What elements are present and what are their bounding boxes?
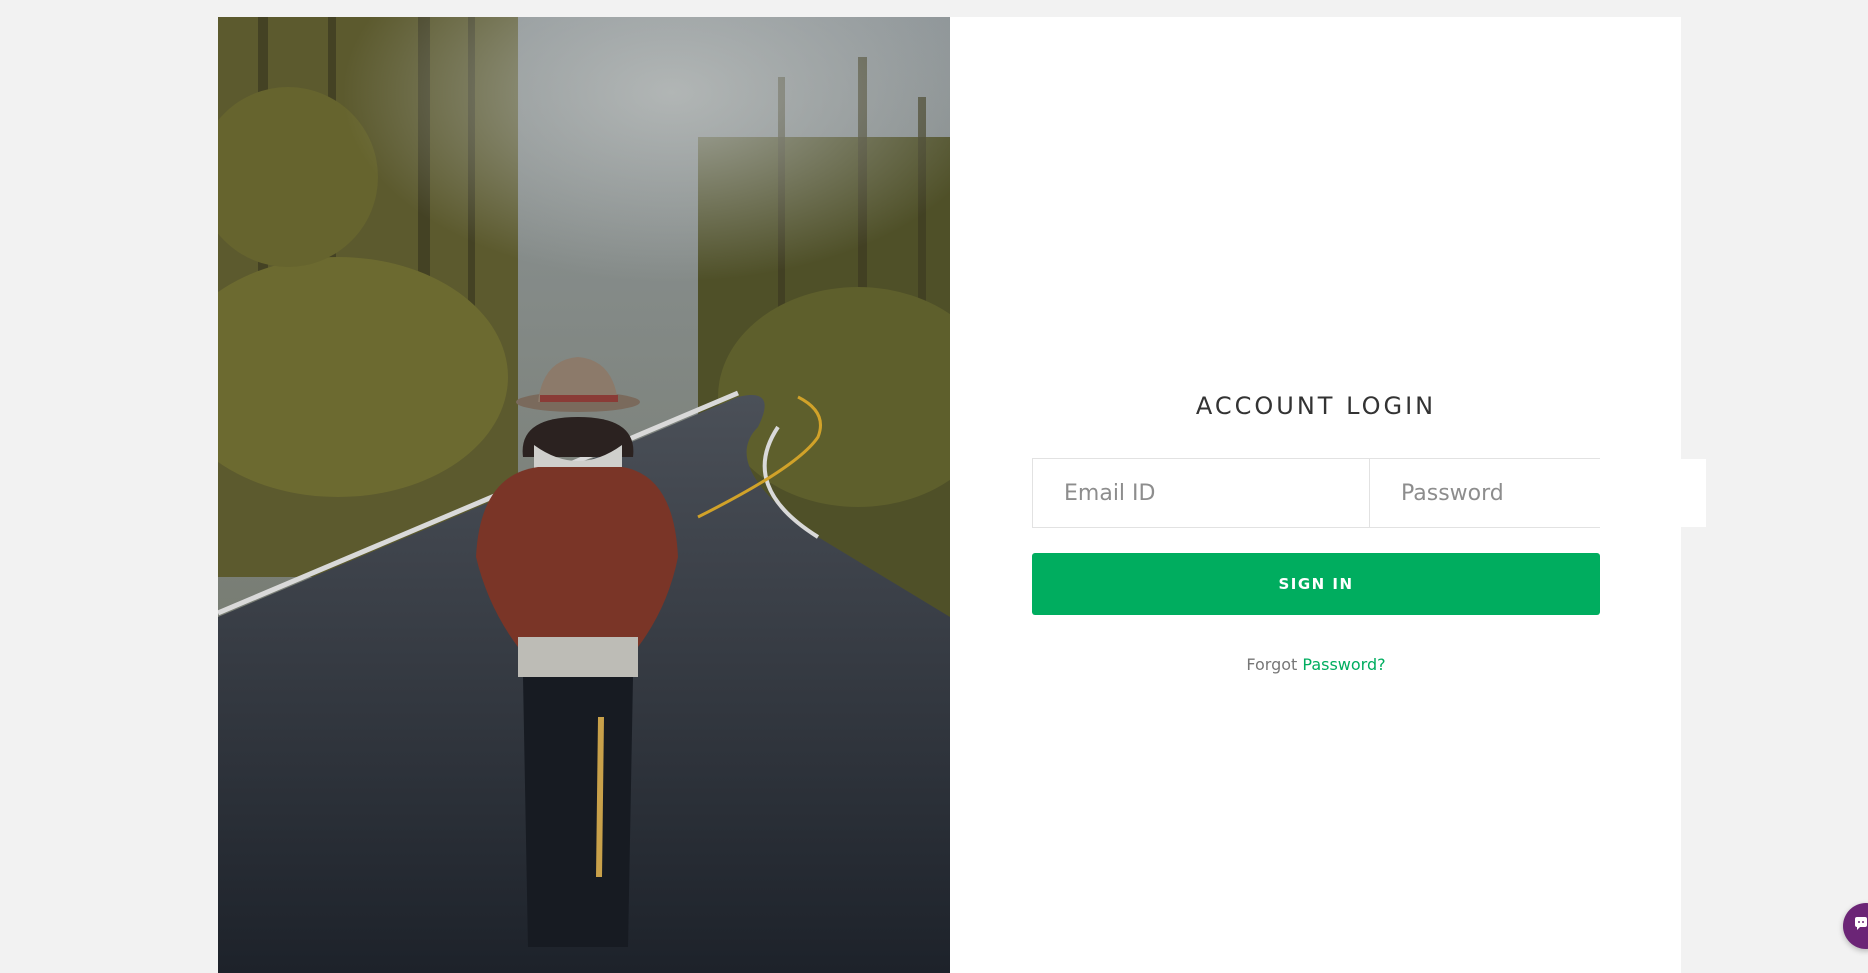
password-field[interactable] [1369,459,1706,527]
chat-widget-button[interactable] [1843,903,1868,949]
forgot-password-link[interactable]: Password? [1302,655,1385,674]
login-form: ACCOUNT LOGIN SIGN IN Forgot Password? [1032,392,1706,674]
login-panel: ACCOUNT LOGIN SIGN IN Forgot Password? [950,17,1706,973]
credentials-row [1032,458,1706,528]
forest-road-illustration [218,17,950,973]
page-title: ACCOUNT LOGIN [1195,392,1437,420]
email-field[interactable] [1033,459,1369,527]
hero-image [218,17,950,973]
sign-in-button[interactable]: SIGN IN [1032,553,1600,615]
forgot-prefix: Forgot [1246,655,1298,674]
login-card: ACCOUNT LOGIN SIGN IN Forgot Password? [218,17,1706,973]
chat-icon [1855,917,1867,930]
forgot-password-row: Forgot Password? [1032,655,1600,674]
